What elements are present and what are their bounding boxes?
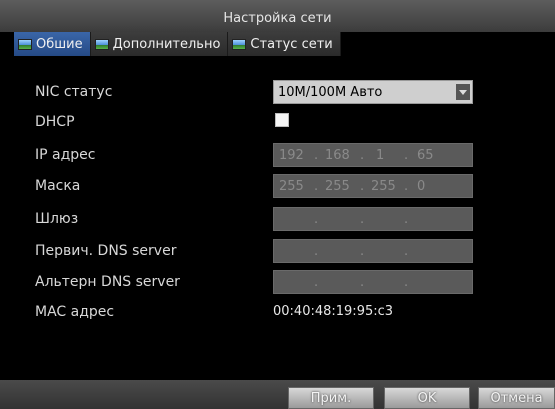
- settings-panel: NIC статус 10M/100M Авто DHCP IP адрес 1…: [0, 56, 555, 380]
- tab-general-label: Обшие: [36, 36, 83, 52]
- ip-separator: .: [404, 148, 409, 163]
- dns1-separator: .: [314, 244, 319, 259]
- gateway-separator: .: [314, 212, 319, 227]
- tab-advanced[interactable]: Дополнительно: [90, 32, 229, 56]
- dhcp-checkbox[interactable]: [275, 113, 289, 127]
- dialog-title: Настройка сети: [223, 11, 332, 26]
- mask-part-4: 0: [417, 179, 426, 194]
- dns1-separator: .: [404, 244, 409, 259]
- dns2-separator: .: [404, 275, 409, 290]
- dns2-separator: .: [360, 275, 365, 290]
- mask-row: Маска 255 . 255 . 255 . 0: [35, 174, 505, 198]
- gateway-row: Шлюз . . .: [35, 207, 505, 231]
- gateway-label: Шлюз: [35, 211, 79, 227]
- ip-row: IP адрес 192 . 168 . 1 . 65: [35, 143, 505, 167]
- button-bar: Прим. OK Отмена: [0, 380, 555, 409]
- network-picture-icon: [232, 38, 247, 50]
- mac-value: 00:40:48:19:95:c3: [273, 304, 394, 319]
- network-settings-dialog: Настройка сети Обшие Дополнительно Стату…: [0, 0, 555, 409]
- dns2-row: Альтерн DNS server . . .: [35, 270, 505, 294]
- nic-label: NIC статус: [35, 84, 113, 100]
- ip-part-2: 168: [325, 148, 350, 163]
- mac-label: MAC адрес: [35, 304, 115, 320]
- tab-network-status[interactable]: Статус сети: [228, 32, 341, 56]
- gateway-separator: .: [404, 212, 409, 227]
- mask-part-3: 255: [371, 179, 396, 194]
- ip-separator: .: [360, 148, 365, 163]
- gateway-separator: .: [360, 212, 365, 227]
- mask-part-1: 255: [279, 179, 304, 194]
- mask-part-2: 255: [325, 179, 350, 194]
- mask-label: Маска: [35, 178, 81, 194]
- dns2-separator: .: [314, 275, 319, 290]
- mask-field[interactable]: 255 . 255 . 255 . 0: [273, 174, 473, 198]
- tab-network-status-label: Статус сети: [250, 36, 333, 52]
- ip-part-4: 65: [417, 148, 434, 163]
- ip-label: IP адрес: [35, 147, 96, 163]
- dns1-row: Первич. DNS server . . .: [35, 239, 505, 263]
- network-picture-icon: [18, 38, 32, 50]
- nic-row: NIC статус 10M/100M Авто: [35, 80, 505, 104]
- mask-separator: .: [360, 179, 365, 194]
- tab-advanced-label: Дополнительно: [112, 36, 221, 52]
- cancel-button[interactable]: Отмена: [478, 387, 555, 409]
- dhcp-row: DHCP: [35, 110, 505, 134]
- ok-button[interactable]: OK: [384, 387, 470, 409]
- mac-row: MAC адрес 00:40:48:19:95:c3: [35, 300, 505, 324]
- mask-separator: .: [404, 179, 409, 194]
- dns1-separator: .: [360, 244, 365, 259]
- dns2-field[interactable]: . . .: [273, 270, 473, 294]
- tab-bar: Обшие Дополнительно Статус сети: [14, 32, 341, 56]
- apply-button[interactable]: Прим.: [288, 387, 374, 409]
- dns2-label: Альтерн DNS server: [35, 274, 180, 290]
- network-picture-icon: [94, 38, 109, 50]
- dhcp-label: DHCP: [35, 114, 75, 130]
- ip-part-1: 192: [279, 148, 304, 163]
- nic-select-value: 10M/100M Авто: [278, 85, 383, 100]
- ip-separator: .: [314, 148, 319, 163]
- tab-general[interactable]: Обшие: [14, 32, 91, 56]
- gateway-field[interactable]: . . .: [273, 207, 473, 231]
- chevron-down-icon[interactable]: [456, 84, 470, 100]
- mask-separator: .: [314, 179, 319, 194]
- nic-select[interactable]: 10M/100M Авто: [273, 80, 473, 104]
- dns1-field[interactable]: . . .: [273, 239, 473, 263]
- ip-field[interactable]: 192 . 168 . 1 . 65: [273, 143, 473, 167]
- ip-part-3: 1: [376, 148, 385, 163]
- dns1-label: Первич. DNS server: [35, 243, 177, 259]
- title-bar: Настройка сети: [0, 0, 555, 32]
